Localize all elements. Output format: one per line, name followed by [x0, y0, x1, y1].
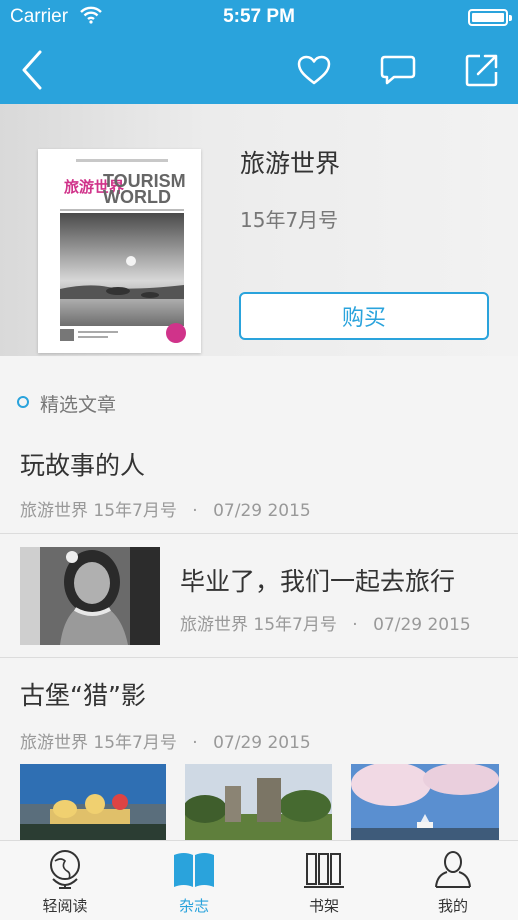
meta-separator: · — [192, 501, 198, 521]
back-chevron-icon[interactable] — [10, 48, 54, 92]
meta-separator: · — [192, 733, 198, 753]
article-item[interactable]: 古堡“猎”影 旅游世界 15年7月号 · 07/29 2015 — [0, 658, 518, 840]
article-photo — [20, 764, 166, 840]
globe-icon — [0, 847, 130, 891]
tab-light-reading[interactable]: 轻阅读 — [0, 841, 130, 920]
tab-mine[interactable]: 我的 — [388, 841, 518, 920]
comment-icon[interactable] — [376, 48, 420, 92]
tab-bookshelf[interactable]: 书架 — [259, 841, 389, 920]
magazine-cover[interactable]: 旅游世界 TOURISM WORLD — [38, 149, 201, 353]
article-photo — [185, 764, 332, 840]
meta-separator: · — [352, 615, 358, 635]
tab-label: 杂志 — [178, 897, 209, 915]
section-label: 精选文章 — [40, 394, 117, 416]
tab-bar: 轻阅读 杂志 书架 我的 — [0, 840, 518, 920]
article-source: 旅游世界 15年7月号 — [20, 733, 177, 753]
article-thumbnail — [20, 547, 160, 645]
article-date: 07/29 2015 — [213, 501, 311, 521]
status-bar: Carrier 5:57 PM — [0, 0, 518, 36]
article-source: 旅游世界 15年7月号 — [180, 615, 337, 635]
circle-bullet-icon — [17, 396, 29, 408]
article-item[interactable]: 毕业了，我们一起去旅行 旅游世界 15年7月号 · 07/29 2015 — [0, 534, 518, 657]
article-date: 07/29 2015 — [373, 615, 471, 635]
cover-en-title-2: WORLD — [103, 187, 171, 207]
article-meta: 旅游世界 15年7月号 · 07/29 2015 — [20, 728, 311, 753]
tab-label: 轻阅读 — [42, 897, 88, 915]
article-photo — [351, 764, 499, 840]
magazine-issue: 15年7月号 — [240, 208, 339, 232]
article-item[interactable]: 玩故事的人 旅游世界 15年7月号 · 07/29 2015 — [0, 430, 518, 533]
magazine-title: 旅游世界 — [240, 149, 341, 178]
battery-icon — [468, 9, 512, 26]
tab-label: 我的 — [437, 897, 468, 915]
article-meta: 旅游世界 15年7月号 · 07/29 2015 — [20, 496, 311, 521]
article-title: 玩故事的人 — [20, 451, 146, 480]
article-title: 毕业了，我们一起去旅行 — [180, 567, 456, 596]
open-book-icon — [129, 847, 259, 891]
article-title: 古堡“猎”影 — [20, 681, 146, 710]
tab-magazine[interactable]: 杂志 — [129, 841, 259, 920]
person-icon — [388, 847, 518, 891]
article-date: 07/29 2015 — [213, 733, 311, 753]
featured-articles-header: 精选文章 — [0, 372, 518, 416]
article-meta: 旅游世界 15年7月号 · 07/29 2015 — [180, 610, 471, 635]
magazine-header: 旅游世界 TOURISM WORLD 旅游世界 15年7月号 购买 — [0, 104, 518, 356]
clock: 5:57 PM — [223, 6, 295, 27]
tab-label: 书架 — [308, 897, 339, 915]
share-icon[interactable] — [460, 48, 504, 92]
buy-button[interactable]: 购买 — [239, 292, 489, 340]
nav-bar — [0, 36, 518, 104]
bookshelf-icon — [259, 847, 389, 891]
article-source: 旅游世界 15年7月号 — [20, 501, 177, 521]
heart-icon[interactable] — [292, 48, 336, 92]
